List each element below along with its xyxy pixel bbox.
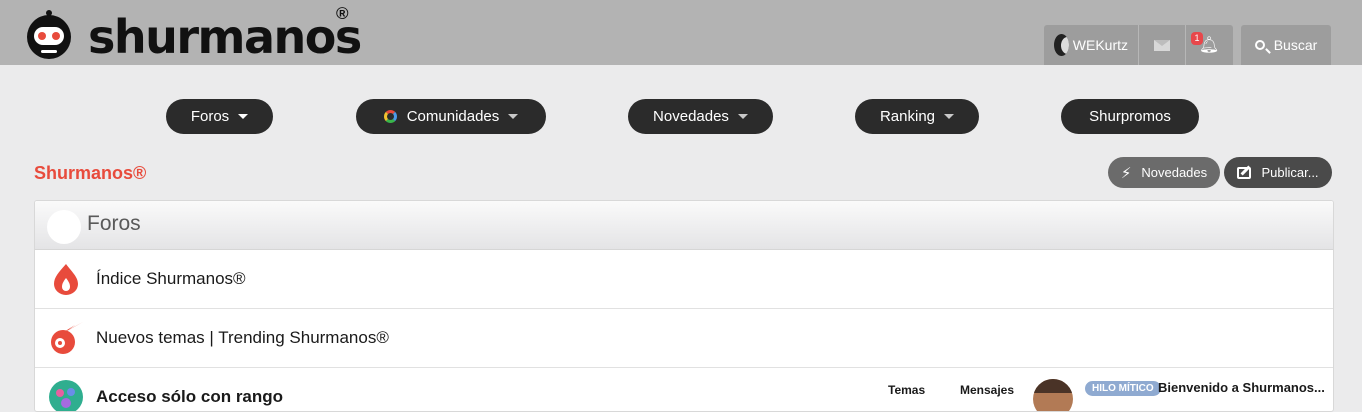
- inbox-button[interactable]: [1139, 25, 1185, 65]
- whats-new-button[interactable]: ⚡︎ Novedades: [1108, 157, 1220, 188]
- nav-shurpromos-label: Shurpromos: [1089, 108, 1171, 125]
- whats-new-label: Novedades: [1141, 165, 1208, 180]
- nav-shurpromos[interactable]: Shurpromos: [1061, 99, 1199, 134]
- search-label: Buscar: [1273, 37, 1318, 53]
- post-thread-button[interactable]: Publicar...: [1224, 157, 1332, 188]
- site-logo[interactable]: shurmanos: [22, 10, 362, 64]
- nav-novedades[interactable]: Novedades: [628, 99, 773, 134]
- nav-ranking[interactable]: Ranking: [855, 99, 979, 134]
- caret-down-icon: [238, 114, 249, 119]
- edit-icon: [1237, 166, 1252, 179]
- nav-comunidades-label: Comunidades: [406, 108, 500, 125]
- logo-registered-mark: ®: [336, 4, 349, 23]
- caret-down-icon: [737, 114, 748, 119]
- nav-comunidades[interactable]: Comunidades: [356, 99, 546, 134]
- nav-foros[interactable]: Foros: [166, 99, 273, 134]
- flame-icon: [54, 264, 78, 295]
- caret-down-icon: [508, 114, 519, 119]
- robot-mascot-icon: [27, 10, 71, 59]
- alerts-button[interactable]: 1 🔔︎: [1186, 25, 1232, 65]
- nav-ranking-label: Ranking: [879, 108, 936, 125]
- forum-row[interactable]: Nuevos temas | Trending Shurmanos®: [35, 309, 1333, 368]
- envelope-icon: [1154, 39, 1170, 51]
- comet-icon: [51, 322, 83, 354]
- forum-row-title[interactable]: Índice Shurmanos®: [96, 269, 246, 289]
- last-thread-link[interactable]: Bienvenido a Shurmanos...: [1158, 380, 1325, 395]
- last-poster-avatar[interactable]: [1033, 379, 1073, 411]
- logo-wordmark: shurmanos: [88, 10, 362, 64]
- threads-stat-label: Temas: [888, 383, 926, 397]
- rank-globe-icon: [49, 380, 83, 411]
- lightning-icon: ⚡︎: [1120, 164, 1132, 182]
- account-link[interactable]: WEKurtz: [1044, 25, 1138, 65]
- search-icon: [1254, 40, 1265, 50]
- user-avatar: [1054, 34, 1069, 56]
- communities-ring-icon: [383, 110, 397, 123]
- alerts-count-badge: 1: [1191, 32, 1203, 45]
- username-label: WEKurtz: [1072, 37, 1128, 53]
- category-icon: [47, 210, 81, 244]
- forum-row[interactable]: Acceso sólo con rango Temas Mensajes HIL…: [35, 368, 1333, 411]
- forum-block-title[interactable]: Foros: [87, 212, 141, 236]
- search-button[interactable]: Buscar: [1241, 25, 1331, 65]
- caret-down-icon: [944, 114, 955, 119]
- page-title: Shurmanos®: [34, 163, 147, 183]
- thread-prefix-tag: HILO MÍTICO: [1085, 381, 1161, 396]
- messages-stat-label: Mensajes: [960, 383, 1015, 397]
- forum-block-header: Foros: [35, 201, 1333, 250]
- forum-row-title[interactable]: Acceso sólo con rango: [96, 387, 283, 407]
- forum-row-title[interactable]: Nuevos temas | Trending Shurmanos®: [96, 328, 389, 348]
- post-thread-label: Publicar...: [1261, 165, 1319, 180]
- site-header: shurmanos ® WEKurtz 1 🔔︎ Buscar: [0, 0, 1362, 65]
- forum-block: Foros Índice Shurmanos® Nuevos temas | T…: [34, 200, 1334, 412]
- user-nav-group: WEKurtz 1 🔔︎: [1044, 25, 1233, 65]
- nav-novedades-label: Novedades: [653, 108, 729, 125]
- nav-foros-label: Foros: [190, 108, 230, 125]
- forum-row[interactable]: Índice Shurmanos®: [35, 250, 1333, 309]
